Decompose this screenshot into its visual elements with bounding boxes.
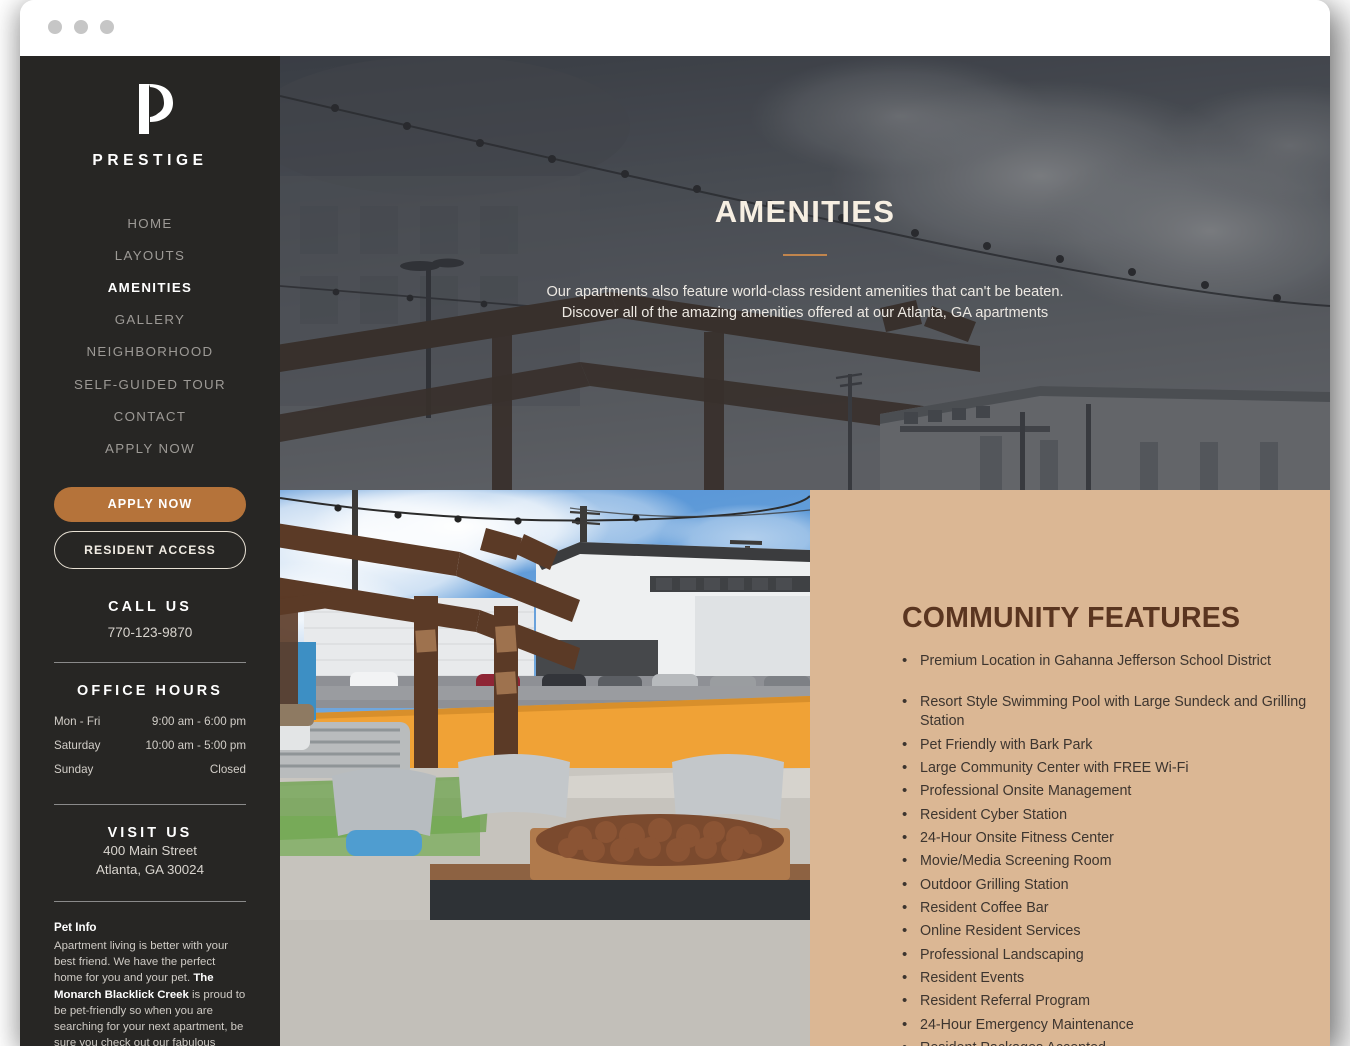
- feature-item: Professional Landscaping: [902, 945, 1330, 965]
- office-hours-table: Mon - Fri 9:00 am - 6:00 pm Saturday 10:…: [20, 710, 280, 782]
- hours-time: 9:00 am - 6:00 pm: [151, 715, 246, 728]
- nav-item-home[interactable]: HOME: [20, 207, 280, 239]
- feature-item: Outdoor Grilling Station: [902, 875, 1330, 895]
- page-content: AMENITIES Our apartments also feature wo…: [280, 56, 1330, 1046]
- nav-item-amenities[interactable]: AMENITIES: [20, 271, 280, 303]
- feature-item: Premium Location in Gahanna Jefferson Sc…: [902, 651, 1330, 671]
- feature-item: Resort Style Swimming Pool with Large Su…: [902, 692, 1330, 731]
- feature-item: 24-Hour Emergency Maintenance: [902, 1015, 1330, 1035]
- feature-item: Resident Events: [902, 968, 1330, 988]
- logo-wordmark: PRESTIGE: [92, 152, 208, 169]
- hours-row: Sunday Closed: [54, 758, 246, 782]
- phone-number-link[interactable]: 770-123-9870: [20, 625, 280, 640]
- pet-info-body: Apartment living is better with your bes…: [54, 938, 246, 1046]
- divider-after-call-us: [54, 661, 246, 663]
- office-hours-block: OFFICE HOURS Mon - Fri 9:00 am - 6:00 pm…: [20, 683, 280, 782]
- community-features-title: COMMUNITY FEATURES: [902, 602, 1241, 634]
- hours-time: Closed: [209, 763, 246, 776]
- feature-item: 24-Hour Onsite Fitness Center: [902, 828, 1330, 848]
- feature-item: Large Community Center with FREE Wi-Fi: [902, 758, 1330, 778]
- pet-info-title: Pet Info: [54, 921, 97, 935]
- page-viewport: PRESTIGE HOME LAYOUTS AMENITIES GALLERY …: [20, 56, 1330, 1046]
- hours-day: Saturday: [54, 739, 101, 752]
- divider-after-visit-us: [54, 901, 246, 903]
- call-us-block: CALL US 770-123-9870: [20, 599, 280, 640]
- feature-item: Resident Coffee Bar: [902, 898, 1330, 918]
- window-controls: [48, 20, 114, 34]
- address-city-state-zip: Atlanta, GA 30024: [96, 861, 204, 877]
- page-title: AMENITIES: [714, 194, 896, 230]
- feature-item: Resident Referral Program: [902, 991, 1330, 1011]
- sidebar-cta-group: APPLY NOW RESIDENT ACCESS: [20, 486, 280, 569]
- hours-day: Mon - Fri: [54, 715, 101, 728]
- nav-item-contact[interactable]: CONTACT: [20, 400, 280, 432]
- hours-row: Mon - Fri 9:00 am - 6:00 pm: [54, 710, 246, 734]
- feature-item: Pet Friendly with Bark Park: [902, 735, 1330, 755]
- call-us-heading: CALL US: [108, 598, 192, 615]
- feature-item: Professional Onsite Management: [902, 781, 1330, 801]
- browser-title-bar: [20, 0, 1330, 56]
- visit-us-block: VISIT US 400 Main Street Atlanta, GA 300…: [20, 825, 280, 880]
- hero-divider: [783, 254, 827, 257]
- prestige-p-logo-icon: [139, 84, 173, 134]
- hours-time: 10:00 am - 5:00 pm: [145, 739, 246, 752]
- site-logo[interactable]: PRESTIGE: [20, 56, 280, 170]
- divider-after-office-hours: [54, 803, 246, 805]
- browser-window: PRESTIGE HOME LAYOUTS AMENITIES GALLERY …: [20, 0, 1330, 1046]
- nav-item-layouts[interactable]: LAYOUTS: [20, 239, 280, 271]
- minimize-dot-icon[interactable]: [74, 20, 88, 34]
- courtyard-photo: [280, 490, 810, 1046]
- nav-item-self-guided-tour[interactable]: SELF-GUIDED TOUR: [20, 368, 280, 400]
- community-features-section: COMMUNITY FEATURES Premium Location in G…: [280, 490, 1330, 1046]
- feature-item: Resident Packages Accepted: [902, 1038, 1330, 1046]
- nav-item-gallery[interactable]: GALLERY: [20, 304, 280, 336]
- office-hours-heading: OFFICE HOURS: [77, 682, 223, 699]
- community-features-list: Premium Location in Gahanna Jefferson Sc…: [902, 651, 1330, 1046]
- feature-item: Movie/Media Screening Room: [902, 851, 1330, 871]
- features-panel: COMMUNITY FEATURES Premium Location in G…: [810, 490, 1330, 1046]
- resident-access-button[interactable]: RESIDENT ACCESS: [54, 530, 246, 569]
- hero-subtitle: Our apartments also feature world-class …: [546, 282, 1063, 323]
- apply-now-button[interactable]: APPLY NOW: [54, 486, 246, 522]
- maximize-dot-icon[interactable]: [100, 20, 114, 34]
- hero-subtitle-line2: Discover all of the amazing amenities of…: [561, 304, 1049, 321]
- feature-item: Resident Cyber Station: [902, 805, 1330, 825]
- sidebar: PRESTIGE HOME LAYOUTS AMENITIES GALLERY …: [20, 56, 280, 1046]
- main-navigation: HOME LAYOUTS AMENITIES GALLERY NEIGHBORH…: [20, 207, 280, 465]
- close-dot-icon[interactable]: [48, 20, 62, 34]
- address-street: 400 Main Street: [103, 842, 197, 858]
- hours-day: Sunday: [54, 763, 94, 776]
- hours-row: Saturday 10:00 am - 5:00 pm: [54, 734, 246, 758]
- nav-item-apply-now[interactable]: APPLY NOW: [20, 432, 280, 464]
- hero-section: AMENITIES Our apartments also feature wo…: [280, 56, 1330, 490]
- visit-us-heading: VISIT US: [107, 824, 193, 841]
- hero-text-group: AMENITIES Our apartments also feature wo…: [280, 56, 1330, 490]
- nav-item-neighborhood[interactable]: NEIGHBORHOOD: [20, 336, 280, 368]
- feature-item: Online Resident Services: [902, 921, 1330, 941]
- hero-subtitle-line1: Our apartments also feature world-class …: [546, 284, 1064, 301]
- pet-info-block: Pet Info Apartment living is better with…: [20, 920, 280, 1046]
